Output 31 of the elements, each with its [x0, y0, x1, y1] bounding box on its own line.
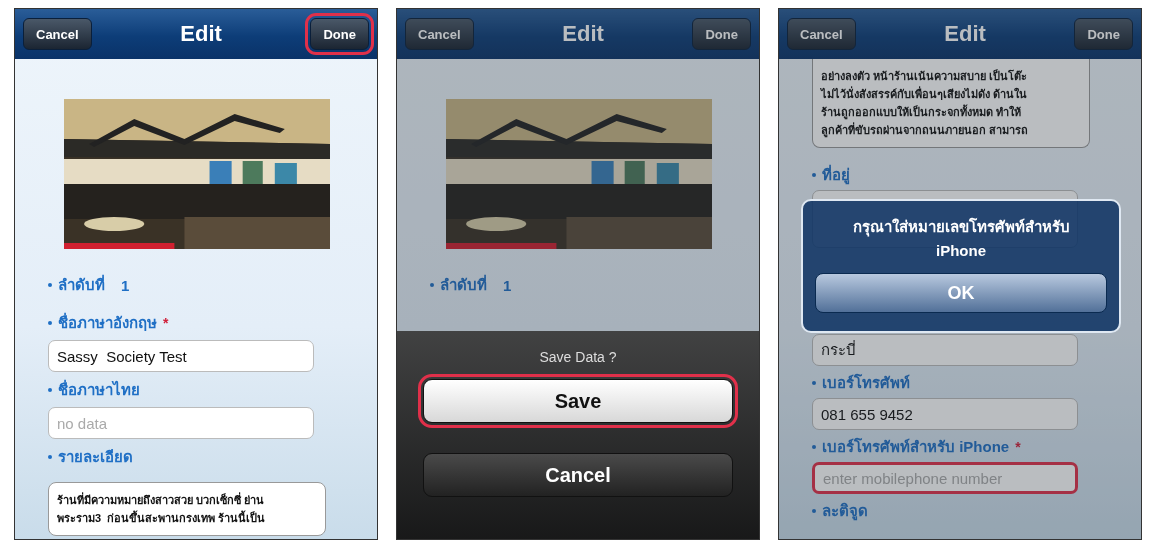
field-label: ชื่อภาษาอังกฤษ [58, 311, 157, 333]
screen-title: Edit [562, 21, 604, 47]
cancel-button[interactable]: Cancel [23, 18, 92, 50]
done-button[interactable]: Done [1074, 18, 1133, 50]
field-label: ลำดับที่ [58, 273, 105, 295]
field-label: ชื่อภาษาไทย [58, 378, 140, 400]
sheet-button[interactable]: Cancel [423, 453, 733, 497]
text-area[interactable]: อย่างลงตัว หน้าร้านเน้นความสบาย เป็นโต๊ะ ไม่ไว้นั่งสังสรรค์กับเพื่อนๆเสียงไม่ดัง ด้านใน ร้านถูกออกแบบให้เป็นกระจกทั้งหมด ทำให้ ลูกค้าที่ขับรถผ่านจากถนนภายนอก สามารถ [812, 59, 1090, 148]
required-mark: * [163, 315, 169, 331]
text-area[interactable]: ร้านที่มีความหมายถึงสาวสวย บวกเซ็กซี่ ย่าน พระราม3 ก่อนขึ้นสะพานกรงเทพ ร้านนี้เป็น [48, 482, 326, 536]
field-label: ที่อยู่ [822, 163, 850, 187]
input-field[interactable]: กระบี่ [812, 334, 1078, 366]
input-field[interactable]: 081 655 9452 [812, 398, 1078, 430]
input-field[interactable]: enter mobilephone number [812, 462, 1078, 494]
alert-message: กรุณาใส่หมายเลขโทรศัพท์สำหรับ iPhone [852, 217, 1070, 261]
field-label: รายละเอียด [58, 447, 133, 467]
screen-title: Edit [180, 21, 222, 47]
field-value: 1 [121, 276, 130, 294]
field-label: ลำดับที่ [440, 273, 487, 295]
screen-title: Edit [944, 21, 986, 47]
field-value: 1 [503, 276, 512, 294]
field-label: ละติจูด [822, 501, 868, 523]
field-label: เบอร์โทรศัพท์ [822, 373, 910, 393]
cancel-button[interactable]: Cancel [405, 18, 474, 50]
input-field[interactable]: no data [48, 407, 314, 439]
cancel-button[interactable]: Cancel [787, 18, 856, 50]
input-field[interactable]: Sassy Society Test [48, 340, 314, 372]
sheet-title: Save Data ? [539, 349, 617, 365]
done-button[interactable]: Done [692, 18, 751, 50]
required-mark: * [1015, 439, 1021, 455]
field-label: เบอร์โทรศัพท์สำหรับ iPhone [822, 437, 1010, 457]
